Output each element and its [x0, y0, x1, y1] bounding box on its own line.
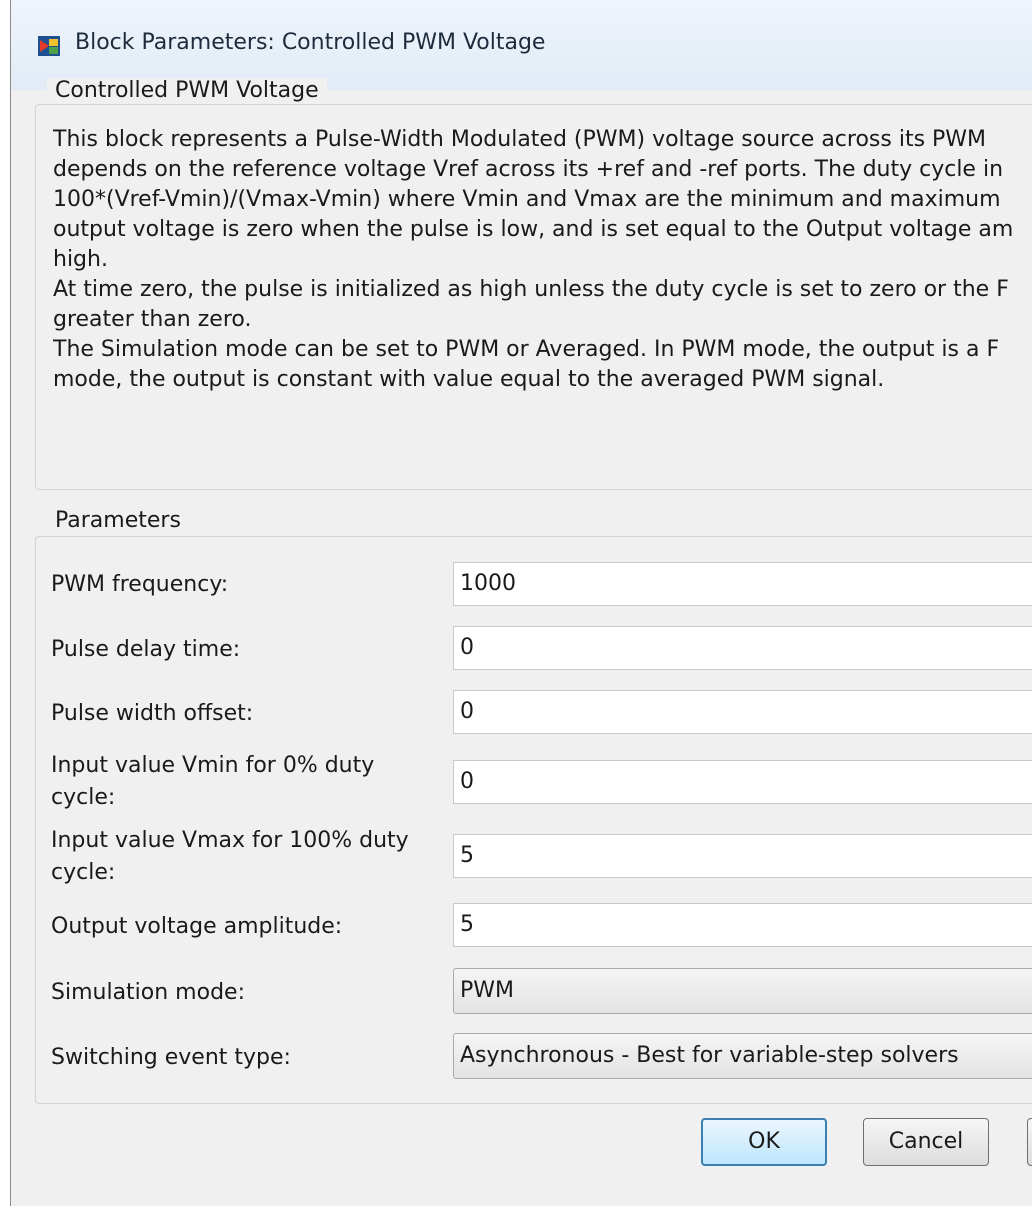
dialog-window: Block Parameters: Controlled PWM Voltage…: [10, 0, 1032, 1206]
vmax-label-line1: Input value Vmax for 100% duty: [51, 828, 409, 853]
description-line: The Simulation mode can be set to PWM or…: [53, 337, 1000, 362]
simulation-mode-select[interactable]: PWM: [453, 968, 1032, 1014]
parameters-group-frame: [35, 536, 1032, 1104]
vmax-label-line2: cycle:: [51, 860, 116, 885]
vmax-input[interactable]: 5: [453, 834, 1032, 878]
pulse-delay-time-input[interactable]: 0: [453, 626, 1032, 670]
vmin-label-line2: cycle:: [51, 785, 116, 810]
description-line: depends on the reference voltage Vref ac…: [53, 157, 1004, 182]
vmin-label-line1: Input value Vmin for 0% duty: [51, 753, 375, 778]
pulse-width-offset-label: Pulse width offset:: [51, 701, 254, 726]
description-line: output voltage is zero when the pulse is…: [53, 217, 1014, 242]
cancel-button[interactable]: Cancel: [863, 1118, 989, 1166]
description-group-legend: Controlled PWM Voltage: [47, 78, 327, 103]
switching-event-type-label: Switching event type:: [51, 1045, 291, 1070]
description-line: This block represents a Pulse-Width Modu…: [53, 127, 987, 152]
switching-event-type-select[interactable]: Asynchronous - Best for variable-step so…: [453, 1033, 1032, 1079]
description-line: mode, the output is constant with value …: [53, 367, 885, 392]
pwm-frequency-input[interactable]: 1000: [453, 562, 1032, 606]
title-bar[interactable]: Block Parameters: Controlled PWM Voltage: [11, 0, 1032, 90]
block-description: This block represents a Pulse-Width Modu…: [53, 125, 1032, 395]
output-voltage-amplitude-input[interactable]: 5: [453, 903, 1032, 947]
ok-button[interactable]: OK: [701, 1118, 827, 1166]
vmin-input[interactable]: 0: [453, 760, 1032, 804]
pwm-frequency-label: PWM frequency:: [51, 572, 229, 597]
pulse-delay-time-label: Pulse delay time:: [51, 637, 241, 662]
parameters-group-legend: Parameters: [47, 508, 189, 533]
simulation-mode-label: Simulation mode:: [51, 980, 245, 1005]
window-title: Block Parameters: Controlled PWM Voltage: [75, 30, 546, 55]
help-button[interactable]: [1027, 1118, 1032, 1166]
output-voltage-amplitude-label: Output voltage amplitude:: [51, 914, 343, 939]
pulse-width-offset-input[interactable]: 0: [453, 690, 1032, 734]
simulink-block-icon: [38, 36, 60, 56]
description-line: high.: [53, 247, 108, 272]
description-line: greater than zero.: [53, 307, 252, 332]
description-line: 100*(Vref-Vmin)/(Vmax-Vmin) where Vmin a…: [53, 187, 1001, 212]
description-line: At time zero, the pulse is initialized a…: [53, 277, 1009, 302]
